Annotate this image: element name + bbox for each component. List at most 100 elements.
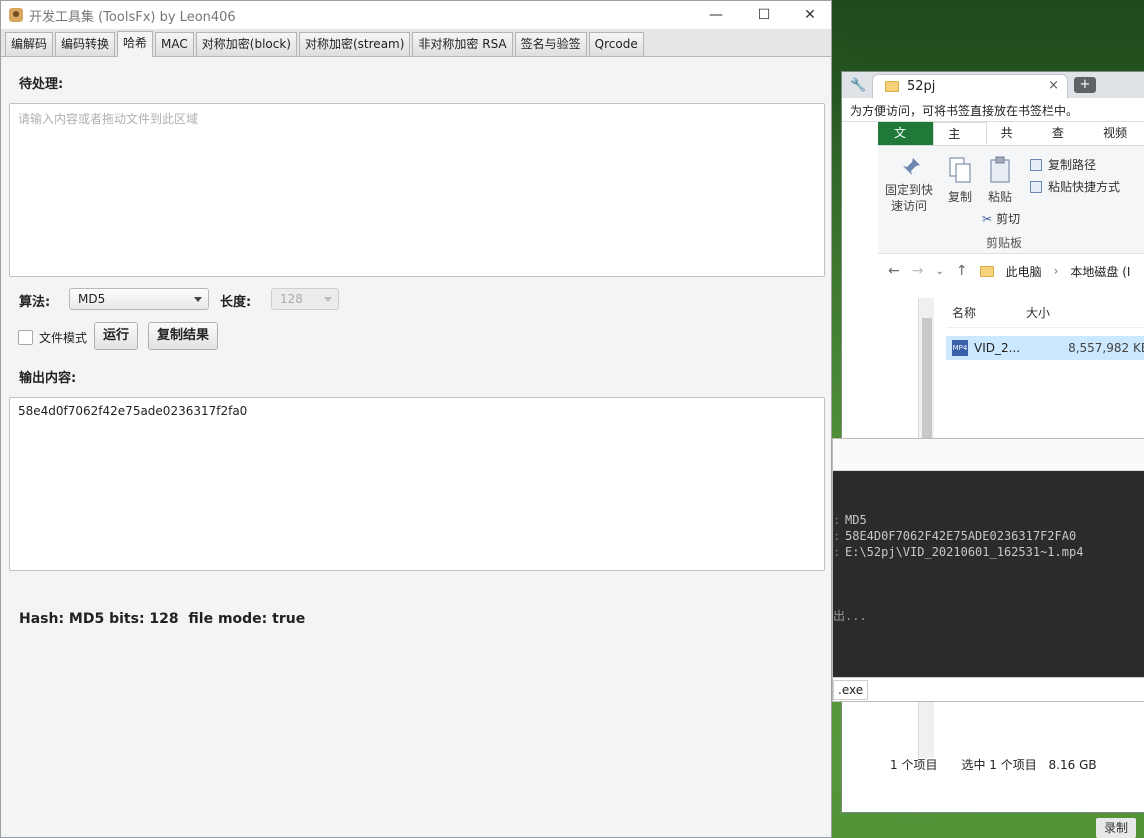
length-label: 长度:	[220, 295, 252, 310]
file-list-header: 名称 大小	[946, 298, 1144, 328]
column-name[interactable]: 名称	[946, 304, 1026, 321]
status-size: 8.16 GB	[1048, 758, 1097, 772]
console-output: : MD5 :58E4D0F7062F42E75ADE0236317F2FA0 :…	[833, 471, 1144, 677]
tab-bar: 编解码 编码转换 哈希 MAC 对称加密(block) 对称加密(stream)…	[1, 29, 831, 57]
console-line: : E:\52pj\VID_20210601_162531~1.mp4	[833, 545, 1084, 559]
breadcrumb-separator: ›	[1053, 264, 1059, 278]
console-line: : MD5	[833, 513, 867, 527]
clipboard-group-label: 剪贴板	[986, 236, 1023, 250]
bookmark-bar-hint: 为方便访问，可将书签直接放在书签栏中。	[842, 98, 1144, 122]
new-tab-button[interactable]: +	[1074, 77, 1096, 93]
video-file-icon: MP4	[952, 340, 968, 356]
console-footer: .exe	[833, 677, 1144, 701]
algorithm-value: MD5	[78, 292, 106, 306]
tab-mac[interactable]: MAC	[155, 32, 194, 56]
copy-icon	[949, 157, 971, 183]
file-list: 名称 大小 MP4 VID_2... 8,557,982 KB	[946, 298, 1144, 360]
up-arrow-icon[interactable]: ↑	[956, 263, 968, 279]
pin-quick-access-button[interactable]: 固定到快速访问	[884, 156, 938, 214]
app-icon	[9, 8, 23, 22]
file-row[interactable]: MP4 VID_2... 8,557,982 KB	[946, 336, 1144, 360]
forward-arrow-icon[interactable]: →	[912, 263, 924, 279]
copy-button[interactable]: 复制	[942, 156, 978, 205]
tab-asymmetric-rsa[interactable]: 非对称加密 RSA	[412, 32, 513, 56]
console-footer-tab[interactable]: .exe	[833, 680, 869, 700]
console-window: : MD5 :58E4D0F7062F42E75ADE0236317F2FA0 :…	[832, 438, 1144, 702]
column-size[interactable]: 大小	[1026, 304, 1050, 321]
record-button[interactable]: 录制	[1096, 818, 1136, 838]
length-select: 128	[271, 288, 339, 310]
console-line: :58E4D0F7062F42E75ADE0236317F2FA0	[833, 529, 1077, 543]
close-button[interactable]: ✕	[787, 1, 833, 29]
status-text: Hash: MD5 bits: 128 file mode: true	[19, 611, 306, 627]
maximize-button[interactable]: ☐	[741, 1, 787, 29]
tab-sign-verify[interactable]: 签名与验签	[514, 32, 587, 56]
output-value: 58e4d0f7062f42e75ade0236317f2fa0	[18, 404, 248, 418]
tab-encoding-convert[interactable]: 编码转换	[55, 32, 116, 56]
explorer-tab-52pj[interactable]: 52pj ×	[872, 74, 1068, 98]
status-item-count: 1 个项目	[890, 758, 938, 772]
cut-button[interactable]: ✂ 剪切	[982, 210, 1020, 227]
folder-icon	[979, 265, 994, 277]
ribbon-tab-video-tools[interactable]: 视频工	[1089, 122, 1144, 162]
algorithm-label: 算法:	[19, 295, 51, 310]
wrench-icon[interactable]: 🔧	[850, 78, 866, 93]
input-placeholder: 请输入内容或者拖动文件到此区域	[18, 112, 199, 126]
chevron-down-icon	[194, 297, 202, 302]
scrollbar-thumb[interactable]	[922, 318, 932, 448]
explorer-tab-title: 52pj	[907, 79, 936, 94]
ribbon-home: 固定到快速访问 复制 粘贴 复制路径 粘贴快捷方式 ✂ 剪切 剪贴板	[878, 146, 1144, 254]
input-label: 待处理:	[19, 77, 64, 92]
run-button[interactable]: 运行	[94, 322, 139, 350]
copy-label: 复制	[947, 190, 972, 204]
explorer-status-bar: 1 个项目 选中 1 个项目 8.16 GB	[890, 756, 1097, 773]
breadcrumb-local-disk[interactable]: 本地磁盘 (I	[1070, 263, 1130, 280]
input-textarea[interactable]: 请输入内容或者拖动文件到此区域	[9, 103, 825, 277]
ribbon-tab-home[interactable]: 主页	[933, 122, 987, 163]
toolsfx-window: 开发工具集 (ToolsFx) by Leon406 — ☐ ✕ 编解码 编码转…	[0, 0, 832, 838]
copy-path-icon	[1030, 158, 1042, 171]
paste-icon	[990, 156, 1010, 183]
status-selected: 选中 1 个项目	[961, 758, 1037, 772]
folder-icon	[885, 81, 899, 92]
ribbon-tab-share[interactable]: 共享	[987, 122, 1038, 162]
output-textarea[interactable]: 58e4d0f7062f42e75ade0236317f2fa0	[9, 397, 825, 571]
copy-path-label: 复制路径	[1048, 158, 1097, 172]
paste-shortcut-button[interactable]: 粘贴快捷方式	[1030, 178, 1120, 195]
algorithm-select[interactable]: MD5	[69, 288, 209, 310]
tab-hash[interactable]: 哈希	[117, 31, 154, 57]
minimize-button[interactable]: —	[693, 1, 739, 29]
chevron-down-icon[interactable]: ⌄	[935, 266, 943, 277]
back-arrow-icon[interactable]: ←	[888, 263, 900, 279]
copy-result-button[interactable]: 复制结果	[148, 322, 219, 350]
address-bar: ← → ⌄ ↑ 此电脑 › 本地磁盘 (I	[878, 254, 1144, 288]
ribbon-tab-file[interactable]: 文件	[878, 122, 934, 162]
tab-qrcode[interactable]: Qrcode	[588, 32, 644, 56]
tab-symmetric-stream[interactable]: 对称加密(stream)	[299, 32, 411, 56]
output-label: 输出内容:	[19, 371, 77, 386]
file-mode-checkbox[interactable]: 文件模式	[18, 329, 87, 346]
paste-label: 粘贴	[987, 190, 1012, 204]
file-name: VID_2...	[974, 341, 1021, 355]
checkbox-box[interactable]	[18, 330, 33, 345]
console-ellipsis: 出...	[833, 609, 867, 623]
pin-label: 固定到快速访问	[884, 183, 933, 213]
paste-button[interactable]: 粘贴	[982, 156, 1018, 205]
file-size: 8,557,982 KB	[1068, 341, 1144, 355]
paste-shortcut-icon	[1030, 180, 1042, 193]
ribbon-tab-view[interactable]: 查看	[1038, 122, 1089, 162]
titlebar: 开发工具集 (ToolsFx) by Leon406 — ☐ ✕	[1, 1, 831, 29]
pin-icon	[903, 158, 920, 175]
close-icon[interactable]: ×	[1048, 78, 1059, 93]
paste-shortcut-label: 粘贴快捷方式	[1048, 180, 1121, 194]
tab-symmetric-block[interactable]: 对称加密(block)	[195, 32, 297, 56]
file-mode-label: 文件模式	[39, 331, 88, 345]
tab-codec[interactable]: 编解码	[5, 32, 54, 56]
copy-path-button[interactable]: 复制路径	[1030, 156, 1096, 173]
explorer-tab-bar: 🔧 52pj × +	[842, 72, 1144, 98]
breadcrumb-this-pc[interactable]: 此电脑	[1006, 263, 1042, 280]
ribbon-tabs: 文件 主页 共享 查看 视频工	[878, 122, 1144, 163]
chevron-down-icon	[324, 297, 332, 302]
scissors-icon: ✂	[982, 211, 993, 226]
cut-label: 剪切	[996, 212, 1021, 226]
